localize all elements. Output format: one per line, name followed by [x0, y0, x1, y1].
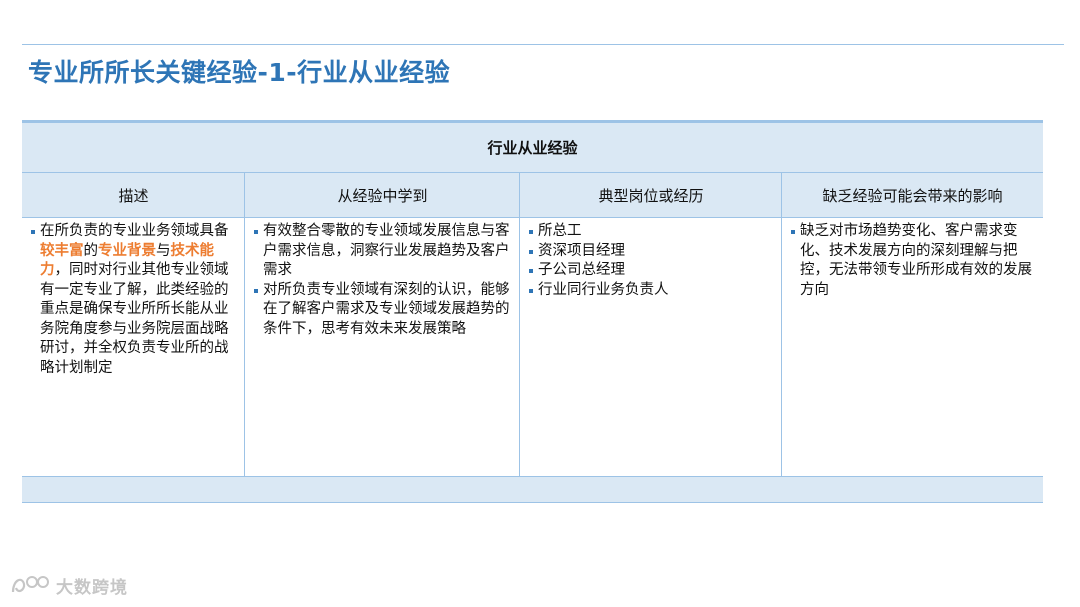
description-text: 在所负责的专业业务领域具备较丰富的专业背景与技术能力，同时对行业其他专业领域有一…: [30, 222, 238, 378]
column-headers: 描述 从经验中学到 典型岗位或经历 缺乏经验可能会带来的影响: [22, 173, 1043, 218]
column-header-description: 描述: [118, 186, 149, 205]
watermark: 大数跨境: [10, 572, 128, 598]
positions-list: 所总工 资深项目经理 子公司总经理 行业同行业务负责人: [528, 222, 775, 300]
description-cell: 在所负责的专业业务领域具备较丰富的专业背景与技术能力，同时对行业其他专业领域有一…: [22, 218, 244, 472]
impact-list: 缺乏对市场趋势变化、客户需求变化、技术发展方向的深刻理解与把控，无法带领专业所形…: [790, 222, 1037, 300]
highlighted-text: 较丰富: [40, 242, 84, 259]
top-rule: [22, 44, 1064, 45]
experience-table: 行业从业经验 描述 从经验中学到 典型岗位或经历 缺乏经验可能会带来的影响 在所…: [22, 120, 1043, 503]
description-segment: 与: [156, 242, 171, 259]
list-item: 资深项目经理: [528, 242, 775, 262]
description-segment: 在所负责的专业业务领域具备: [40, 223, 229, 239]
list-item: 行业同行业务负责人: [528, 281, 775, 301]
learned-cell: 有效整合零散的专业领域发展信息与客户需求信息，洞察行业发展趋势及客户需求 对所负…: [245, 218, 519, 472]
column-header-positions: 典型岗位或经历: [598, 186, 704, 205]
list-item: 缺乏对市场趋势变化、客户需求变化、技术发展方向的深刻理解与把控，无法带领专业所形…: [790, 222, 1037, 300]
highlighted-text: 专业背景: [98, 242, 156, 259]
learned-list: 有效整合零散的专业领域发展信息与客户需求信息，洞察行业发展趋势及客户需求 对所负…: [253, 222, 513, 339]
list-item: 对所负责专业领域有深刻的认识，能够在了解客户需求及专业领域发展趋势的条件下，思考…: [253, 281, 513, 340]
column-header-impact: 缺乏经验可能会带来的影响: [822, 186, 1003, 205]
list-item: 所总工: [528, 222, 775, 242]
description-segment: 的: [83, 242, 99, 259]
logo-icon: [11, 576, 49, 593]
list-item: 有效整合零散的专业领域发展信息与客户需求信息，洞察行业发展趋势及客户需求: [253, 222, 513, 281]
positions-cell: 所总工 资深项目经理 子公司总经理 行业同行业务负责人: [520, 218, 781, 472]
impact-cell: 缺乏对市场趋势变化、客户需求变化、技术发展方向的深刻理解与把控，无法带领专业所形…: [782, 218, 1043, 472]
page-title: 专业所所长关键经验-1-行业从业经验: [28, 58, 451, 87]
watermark-text: 大数跨境: [56, 577, 128, 598]
table-header: 行业从业经验: [22, 123, 1043, 173]
column-header-learned: 从经验中学到: [337, 186, 428, 205]
list-item: 子公司总经理: [528, 261, 775, 281]
description-segment: ，同时对行业其他专业领域有一定专业了解，此类经验的重点是确保专业所所长能从业务院…: [40, 262, 229, 376]
table-footer: [22, 476, 1043, 503]
